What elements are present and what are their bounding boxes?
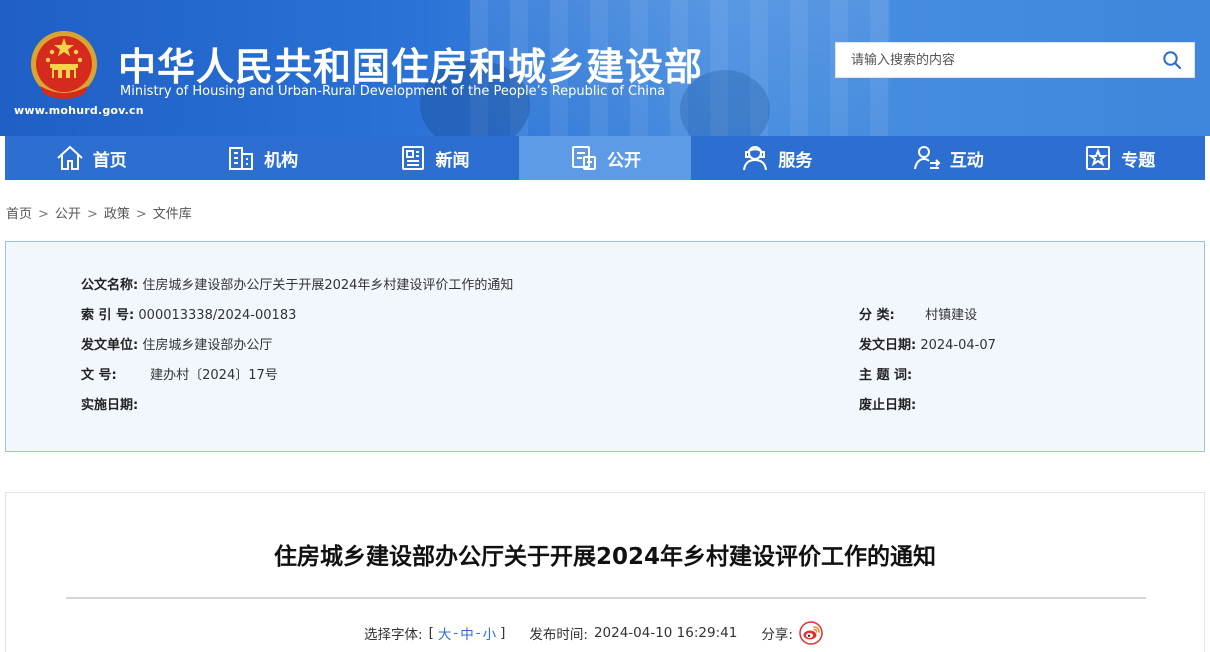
article-container: 住房城乡建设部办公厅关于开展2024年乡村建设评价工作的通知 选择字体: [ 大…: [5, 492, 1205, 652]
nav-item-label: 公开: [606, 150, 641, 171]
site-url: www.mohurd.gov.cn: [14, 104, 144, 117]
font-size-separator: -: [453, 625, 459, 641]
nav-item-organization[interactable]: 机构: [176, 136, 347, 180]
search-input[interactable]: [836, 43, 1146, 77]
meta-category-row: 分 类: 村镇建设: [859, 304, 977, 323]
font-size-large-button[interactable]: 大: [438, 623, 452, 643]
font-size-medium-button[interactable]: 中: [460, 623, 474, 643]
meta-expiry-label: 废止日期:: [859, 398, 917, 413]
breadcrumb-separator: >: [38, 207, 49, 222]
article-info-bar: 选择字体: [ 大 - 中 - 小 ] 发布时间: 2024-04-10 16:…: [364, 621, 823, 645]
breadcrumb: 首页 > 公开 > 政策 > 文件库: [6, 203, 192, 222]
service-icon: [743, 146, 768, 171]
star-icon: [1086, 146, 1111, 170]
meta-issuer-label: 发文单位:: [81, 338, 139, 353]
home-icon: [57, 145, 83, 170]
meta-title-value: 住房城乡建设部办公厅关于开展2024年乡村建设评价工作的通知: [142, 278, 514, 293]
nav-item-topics[interactable]: 专题: [1034, 136, 1205, 180]
meta-docno-value: 建办村〔2024〕17号: [150, 368, 278, 383]
site-title-english: Ministry of Housing and Urban-Rural Deve…: [120, 84, 666, 99]
document-metadata: 公文名称: 住房城乡建设部办公厅关于开展2024年乡村建设评价工作的通知 索 引…: [5, 241, 1205, 452]
breadcrumb-public[interactable]: 公开: [55, 207, 81, 222]
meta-effective-label: 实施日期:: [81, 398, 139, 413]
nav-item-label: 首页: [92, 150, 127, 171]
meta-date-row: 发文日期: 2024-04-07: [859, 334, 996, 353]
nav-item-label: 互动: [949, 150, 984, 171]
search-icon: [1163, 51, 1182, 70]
weibo-icon[interactable]: [799, 621, 823, 645]
font-size-small-button[interactable]: 小: [483, 623, 497, 643]
nav-item-service[interactable]: 服务: [691, 136, 862, 180]
site-title-chinese[interactable]: 中华人民共和国住房和城乡建设部: [118, 36, 703, 91]
font-size-bracket-open: [: [428, 625, 434, 641]
breadcrumb-policy[interactable]: 政策: [104, 207, 130, 222]
meta-index-row: 索 引 号: 000013338/2024-00183: [81, 304, 296, 323]
breadcrumb-separator: >: [135, 207, 147, 222]
breadcrumb-library[interactable]: 文件库: [153, 207, 192, 222]
meta-category-label: 分 类:: [859, 308, 895, 323]
breadcrumb-separator: >: [86, 207, 98, 222]
nav-item-label: 新闻: [435, 150, 470, 171]
meta-docno-label: 文 号:: [81, 368, 117, 383]
publish-time-value: 2024-04-10 16:29:41: [593, 625, 738, 641]
meta-index-value: 000013338/2024-00183: [138, 308, 297, 323]
nav-item-label: 专题: [1121, 150, 1156, 171]
font-size-label: 选择字体:: [364, 627, 423, 643]
share-label: 分享:: [761, 627, 793, 643]
title-divider: [66, 597, 1146, 599]
meta-issuer-row: 发文单位: 住房城乡建设部办公厅: [81, 334, 272, 353]
meta-title-row: 公文名称: 住房城乡建设部办公厅关于开展2024年乡村建设评价工作的通知: [81, 274, 513, 293]
meta-date-value: 2024-04-07: [920, 338, 996, 353]
article-title: 住房城乡建设部办公厅关于开展2024年乡村建设评价工作的通知: [273, 544, 936, 570]
meta-keywords-row: 主 题 词:: [859, 364, 912, 383]
meta-title-label: 公文名称:: [81, 278, 139, 293]
nav-item-news[interactable]: 新闻: [348, 136, 519, 180]
meta-issuer-value: 住房城乡建设部办公厅: [142, 338, 273, 353]
document-icon: [571, 146, 596, 170]
nav-item-label: 服务: [778, 150, 813, 171]
meta-category-value: 村镇建设: [925, 308, 978, 323]
font-size-separator: -: [475, 625, 481, 641]
interaction-icon: [913, 146, 941, 170]
building-icon: [229, 147, 254, 170]
search-box: [835, 42, 1195, 78]
meta-keywords-label: 主 题 词:: [859, 368, 913, 383]
main-nav: 首页 机构 新闻 公开 服务 互动 专题: [5, 136, 1205, 180]
site-header: www.mohurd.gov.cn 中华人民共和国住房和城乡建设部 Minist…: [0, 0, 1210, 136]
search-button[interactable]: [1150, 43, 1194, 77]
meta-effective-row: 实施日期:: [81, 394, 138, 413]
nav-item-label: 机构: [264, 150, 299, 171]
meta-docno-row: 文 号: 建办村〔2024〕17号: [81, 364, 278, 383]
breadcrumb-home[interactable]: 首页: [6, 207, 32, 222]
font-size-bracket-close: ]: [500, 625, 506, 641]
meta-expiry-row: 废止日期:: [859, 394, 916, 413]
nav-item-interaction[interactable]: 互动: [862, 136, 1033, 180]
meta-date-label: 发文日期:: [859, 338, 917, 353]
publish-time-label: 发布时间:: [529, 627, 588, 643]
nav-item-public[interactable]: 公开: [519, 136, 691, 180]
national-emblem-icon[interactable]: [28, 28, 100, 102]
newspaper-icon: [401, 146, 424, 170]
nav-item-home[interactable]: 首页: [5, 136, 176, 180]
meta-index-label: 索 引 号:: [81, 308, 135, 323]
